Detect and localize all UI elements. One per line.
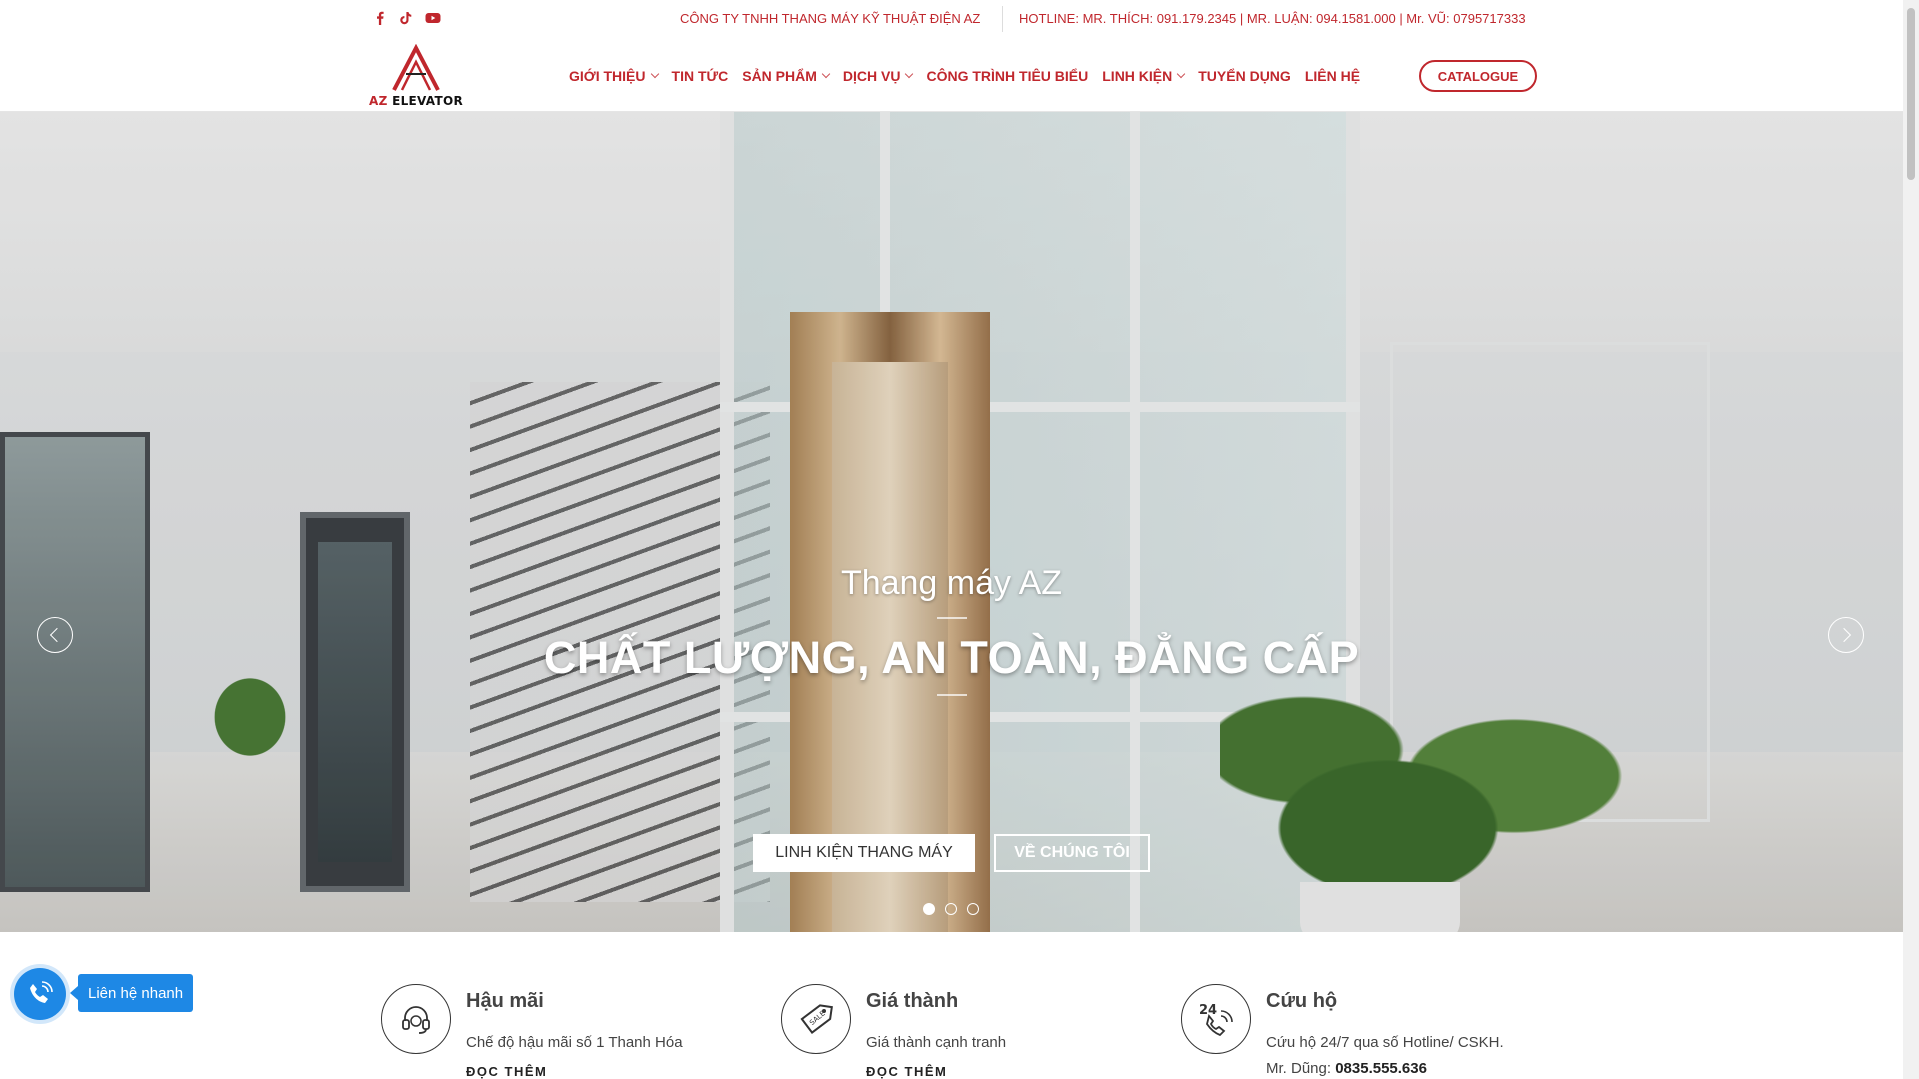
headset-icon	[381, 984, 451, 1054]
nav-tin-tuc[interactable]: TIN TỨC	[672, 68, 729, 84]
hero-divider	[937, 617, 967, 619]
phone-24-icon: 24	[1181, 984, 1251, 1054]
nav-label: LIÊN HỆ	[1304, 68, 1361, 84]
feature-contact-name: Mr. Dũng:	[1266, 1060, 1336, 1077]
hero-subtitle: Thang máy AZ	[840, 564, 1063, 602]
company-name: CÔNG TY TNHH THANG MÁY KỸ THUẬT ĐIỆN AZ	[680, 11, 981, 26]
feature-title: Cứu hộ	[1266, 990, 1338, 1012]
divider	[1002, 6, 1003, 32]
header: AZ ELEVATOR GIỚI THIỆU TIN TỨC SẢN PHẨM …	[0, 38, 1903, 112]
scrollbar[interactable]	[1903, 0, 1919, 1079]
read-more-link[interactable]: ĐỌC THÊM	[466, 1064, 547, 1079]
feature-text-line: Cứu hộ 24/7 qua số Hotline/ CSKH.	[1266, 1034, 1504, 1051]
nav-label: CÔNG TRÌNH TIÊU BIỂU	[926, 68, 1089, 84]
logo-text: AZ ELEVATOR	[366, 94, 466, 108]
read-more-link[interactable]: ĐỌC THÊM	[866, 1064, 947, 1079]
quick-contact-button[interactable]	[14, 968, 66, 1020]
feature-phone-number[interactable]: 0835.555.636	[1335, 1060, 1427, 1077]
top-bar: CÔNG TY TNHH THANG MÁY KỸ THUẬT ĐIỆN AZ …	[0, 0, 1903, 38]
hero-overlay	[0, 112, 1903, 932]
logo-mark-icon	[392, 43, 440, 91]
nav-label: LINH KIỆN	[1102, 68, 1173, 84]
youtube-icon[interactable]	[425, 11, 441, 25]
nav-label: DỊCH VỤ	[842, 68, 901, 84]
hero-divider	[937, 694, 967, 696]
social-links	[373, 11, 441, 25]
nav-label: TUYỂN DỤNG	[1198, 68, 1291, 84]
slide-dot-1[interactable]	[923, 903, 935, 915]
slide-dot-3[interactable]	[967, 903, 979, 915]
feature-text: Chế độ hậu mãi số 1 Thanh Hóa	[466, 1034, 683, 1051]
hotline-text: HOTLINE: MR. THÍCH: 091.179.2345 | MR. L…	[1019, 11, 1526, 26]
nav-label: GIỚI THIỆU	[569, 68, 646, 84]
logo-text-elevator: ELEVATOR	[387, 94, 463, 108]
slide-dot-2[interactable]	[945, 903, 957, 915]
nav-cong-trinh[interactable]: CÔNG TRÌNH TIÊU BIỂU	[926, 68, 1088, 84]
nav-gioi-thieu[interactable]: GIỚI THIỆU	[569, 68, 659, 84]
svg-text:24: 24	[1199, 1003, 1217, 1018]
facebook-icon[interactable]	[373, 11, 387, 25]
linh-kien-button[interactable]: LINH KIỆN THANG MÁY	[753, 834, 975, 872]
feature-text: Cứu hộ 24/7 qua số Hotline/ CSKH. Mr. Dũn…	[1266, 1030, 1504, 1079]
main-nav: GIỚI THIỆU TIN TỨC SẢN PHẨM DỊCH VỤ CÔNG…	[569, 68, 1360, 84]
feature-title: Hậu mãi	[466, 990, 544, 1012]
quick-contact-label[interactable]: Liên hệ nhanh	[69, 974, 194, 1012]
chevron-down-icon	[650, 69, 659, 79]
sale-tag-icon: SALE	[781, 984, 851, 1054]
feature-text: Giá thành cạnh tranh	[866, 1034, 1007, 1051]
chevron-down-icon	[1177, 69, 1186, 79]
chevron-down-icon	[821, 69, 831, 79]
catalogue-button[interactable]: CATALOGUE	[1419, 60, 1537, 92]
feature-title: Giá thành	[866, 990, 959, 1012]
nav-tuyen-dung[interactable]: TUYỂN DỤNG	[1198, 68, 1291, 84]
scrollbar-thumb[interactable]	[1907, 8, 1915, 180]
nav-lien-he[interactable]: LIÊN HỆ	[1305, 68, 1360, 84]
hero-slider: Thang máy AZ CHẤT LƯỢNG, AN TOÀN, ĐẲNG C…	[0, 112, 1903, 932]
nav-label: TIN TỨC	[671, 68, 729, 84]
features-section: Hậu mãi Chế độ hậu mãi số 1 Thanh Hóa ĐỌ…	[0, 932, 1903, 1079]
nav-linh-kien[interactable]: LINH KIỆN	[1102, 68, 1186, 84]
chevron-down-icon	[905, 69, 914, 79]
hero-title: CHẤT LƯỢNG, AN TOÀN, ĐẲNG CẤP	[543, 632, 1360, 683]
next-slide-icon[interactable]	[1828, 617, 1864, 653]
about-us-button[interactable]: VỀ CHÚNG TÔI	[994, 834, 1150, 872]
nav-label: SẢN PHẨM	[742, 68, 817, 84]
logo-text-az: AZ	[369, 94, 388, 108]
page: CÔNG TY TNHH THANG MÁY KỸ THUẬT ĐIỆN AZ …	[0, 0, 1919, 1079]
nav-dich-vu[interactable]: DỊCH VỤ	[842, 68, 914, 84]
prev-slide-icon[interactable]	[37, 617, 73, 653]
tiktok-icon[interactable]	[399, 11, 413, 25]
nav-san-pham[interactable]: SẢN PHẨM	[742, 68, 831, 84]
logo[interactable]: AZ ELEVATOR	[366, 43, 466, 108]
phone-icon	[30, 981, 53, 1003]
slider-dots	[923, 903, 979, 915]
